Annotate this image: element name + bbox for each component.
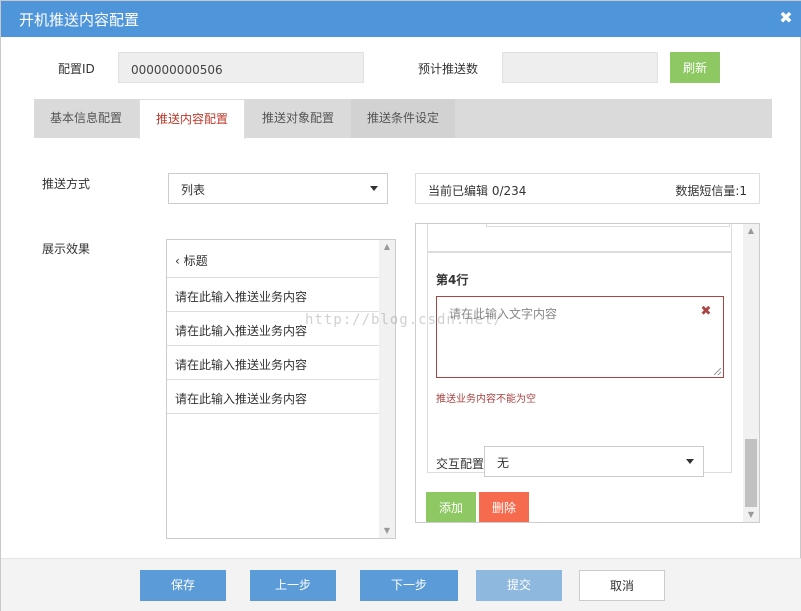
push-mode-select[interactable]: 列表 [168, 173, 388, 204]
add-line-button[interactable]: 添加 [426, 492, 476, 522]
preview-row-text: 请在此输入推送业务内容 [175, 358, 308, 372]
preview-title-row: ‹ 标题 [167, 241, 379, 278]
edit-status: 当前已编辑 0/234 [428, 184, 527, 198]
tab-push-content[interactable]: 推送内容配置 [139, 99, 245, 139]
scroll-thumb[interactable] [745, 439, 757, 507]
error-x-icon: ✖ [700, 304, 712, 319]
scroll-down-icon[interactable]: ▼ [743, 508, 759, 522]
tab-basic-info[interactable]: 基本信息配置 [34, 99, 138, 138]
line-title: 第4行 [436, 273, 469, 287]
config-id-field: 000000000506 [118, 52, 364, 83]
list-item: 请在此输入推送业务内容 [167, 278, 379, 312]
preview-row-text: 请在此输入推送业务内容 [175, 392, 308, 406]
line-text-input[interactable]: 请在此输入文字内容 ✖ [436, 296, 724, 378]
previous-line-field [486, 224, 730, 227]
scroll-up-icon[interactable]: ▲ [379, 240, 395, 254]
editor-scrollbar[interactable]: ▲ ▼ [743, 224, 759, 522]
edit-status-box: 当前已编辑 0/234 数据短信量:1 [415, 173, 760, 204]
interaction-select[interactable]: 无 [484, 446, 704, 477]
preview-row-text: 请在此输入推送业务内容 [175, 324, 308, 338]
scroll-down-icon[interactable]: ▼ [379, 524, 395, 538]
tab-push-target[interactable]: 推送对象配置 [246, 99, 350, 138]
list-item: 请在此输入推送业务内容 [167, 380, 379, 414]
save-button[interactable]: 保存 [140, 570, 226, 601]
cancel-button[interactable]: 取消 [579, 570, 665, 601]
config-id-label: 配置ID [58, 62, 95, 76]
resize-grip-icon[interactable] [714, 368, 721, 375]
sms-count: 数据短信量:1 [675, 184, 747, 198]
footer: 保存 上一步 下一步 提交 取消 [1, 558, 801, 611]
refresh-button[interactable]: 刷新 [670, 52, 720, 83]
dialog-title: 开机推送内容配置 [19, 11, 140, 29]
preview-title: ‹ 标题 [175, 254, 208, 268]
submit-button[interactable]: 提交 [476, 570, 562, 601]
prev-step-button[interactable]: 上一步 [250, 570, 336, 601]
next-step-button[interactable]: 下一步 [360, 570, 458, 601]
push-mode-label: 推送方式 [42, 177, 91, 191]
preview-panel: ‹ 标题 请在此输入推送业务内容 请在此输入推送业务内容 请在此输入推送业务内容… [166, 239, 396, 539]
display-label: 展示效果 [42, 242, 91, 256]
dialog: 开机推送内容配置 ✖ 配置ID 000000000506 预计推送数 刷新 基本… [0, 0, 801, 611]
push-mode-value: 列表 [181, 183, 206, 197]
close-icon[interactable]: ✖ [778, 9, 794, 27]
estimate-label: 预计推送数 [418, 62, 479, 76]
interaction-value: 无 [497, 456, 510, 470]
estimate-field [502, 52, 658, 83]
config-id-value: 000000000506 [131, 63, 223, 77]
editor-panel: 第4行 请在此输入文字内容 ✖ 推送业务内容不能为空 交互配置 无 添加 删除 … [415, 223, 760, 523]
delete-line-button[interactable]: 删除 [479, 492, 529, 522]
line-card: 第4行 请在此输入文字内容 ✖ 推送业务内容不能为空 交互配置 无 [427, 252, 732, 477]
watermark: http://blog.csdn.net/ [305, 312, 504, 328]
error-message: 推送业务内容不能为空 [436, 394, 536, 405]
tab-bar: 基本信息配置 推送内容配置 推送对象配置 推送条件设定 [34, 99, 772, 139]
previous-line-card [427, 224, 732, 252]
tab-push-condition[interactable]: 推送条件设定 [351, 99, 455, 138]
scroll-up-icon[interactable]: ▲ [743, 224, 759, 238]
chevron-down-icon [370, 186, 378, 191]
chevron-down-icon [686, 459, 694, 464]
title-bar: 开机推送内容配置 ✖ [1, 1, 801, 37]
preview-scrollbar[interactable]: ▲ ▼ [379, 240, 395, 538]
list-item: 请在此输入推送业务内容 [167, 346, 379, 380]
interaction-label: 交互配置 [436, 457, 485, 471]
preview-row-text: 请在此输入推送业务内容 [175, 290, 308, 304]
